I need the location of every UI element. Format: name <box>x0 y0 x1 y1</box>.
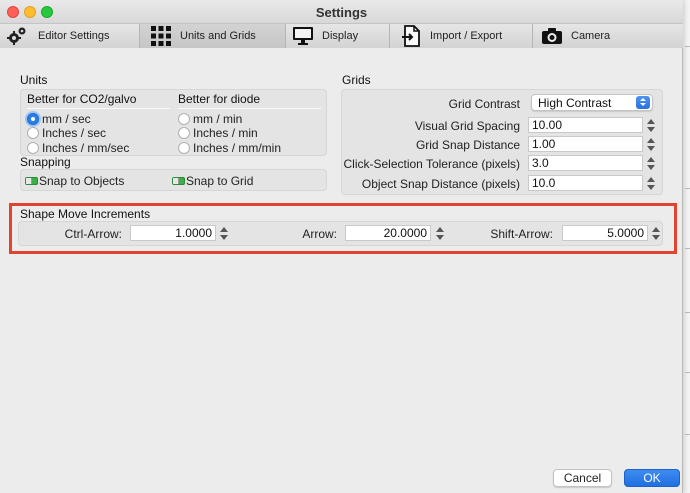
radio-label: Inches / sec <box>42 126 107 140</box>
radio-button[interactable] <box>178 113 190 125</box>
toggle-switch[interactable] <box>25 177 38 185</box>
tab-label: Units and Grids <box>180 30 256 42</box>
click-selection-tolerance-stepper[interactable] <box>646 155 656 172</box>
snap-to-grid-toggle[interactable]: Snap to Grid <box>172 174 253 188</box>
tab-editor-settings[interactable]: Editor Settings <box>0 24 140 48</box>
visual-grid-spacing-label: Visual Grid Spacing <box>414 119 520 133</box>
annotation-highlight-box <box>9 203 677 254</box>
grid-contrast-label: Grid Contrast <box>448 97 520 111</box>
radio-inches-sec[interactable]: Inches / sec <box>27 126 106 140</box>
title-bar: Settings <box>0 0 683 24</box>
click-selection-tolerance-input[interactable] <box>528 155 643 171</box>
monitor-icon <box>293 27 313 45</box>
radio-mm-sec[interactable]: mm / sec <box>27 112 91 126</box>
radio-inches-min[interactable]: Inches / min <box>178 126 258 140</box>
toggle-switch[interactable] <box>172 177 185 185</box>
background-mark <box>685 188 690 189</box>
tab-bar: Editor Settings Units and Grids Display <box>0 24 683 48</box>
grid-snap-distance-input[interactable] <box>528 136 643 152</box>
radio-button[interactable] <box>27 142 39 154</box>
background-app-strip <box>683 0 690 493</box>
cancel-button[interactable]: Cancel <box>553 469 612 487</box>
object-snap-distance-input[interactable] <box>528 175 643 191</box>
background-mark <box>685 248 690 249</box>
tab-camera[interactable]: Camera <box>533 24 683 48</box>
radio-inches-mm-sec[interactable]: Inches / mm/sec <box>27 141 129 155</box>
radio-label: Inches / mm/min <box>193 141 282 155</box>
radio-button-selected[interactable] <box>27 113 39 125</box>
radio-label: mm / sec <box>42 112 91 126</box>
toggle-label: Snap to Objects <box>39 174 125 188</box>
snapping-title: Snapping <box>20 155 71 169</box>
diode-heading: Better for diode <box>178 92 321 109</box>
tab-label: Import / Export <box>430 30 503 42</box>
tab-label: Editor Settings <box>38 30 110 42</box>
settings-window: Settings Editor Settings Units and Grids <box>0 0 683 493</box>
radio-label: Inches / mm/sec <box>42 141 130 155</box>
object-snap-distance-label: Object Snap Distance (pixels) <box>361 177 520 191</box>
object-snap-distance-stepper[interactable] <box>646 175 656 192</box>
chevron-up-down-icon <box>636 96 650 109</box>
background-mark <box>685 46 690 47</box>
grid-snap-distance-stepper[interactable] <box>646 136 656 153</box>
import-export-icon <box>402 25 420 47</box>
radio-button[interactable] <box>178 142 190 154</box>
radio-inches-mm-min[interactable]: Inches / mm/min <box>178 141 281 155</box>
units-title: Units <box>20 73 48 87</box>
grid-contrast-select[interactable]: High Contrast <box>531 94 653 111</box>
camera-icon <box>542 28 562 44</box>
tab-label: Camera <box>571 30 611 42</box>
grid-snap-distance-label: Grid Snap Distance <box>415 138 520 152</box>
radio-button[interactable] <box>178 127 190 139</box>
background-mark <box>685 312 690 313</box>
tab-import-export[interactable]: Import / Export <box>390 24 533 48</box>
tab-units-and-grids[interactable]: Units and Grids <box>140 24 286 48</box>
grid-contrast-value: High Contrast <box>538 96 612 110</box>
radio-mm-min[interactable]: mm / min <box>178 112 242 126</box>
tab-label: Display <box>322 30 359 42</box>
radio-button[interactable] <box>27 127 39 139</box>
radio-label: Inches / min <box>193 126 258 140</box>
click-selection-tolerance-label: Click-Selection Tolerance (pixels) <box>343 157 520 171</box>
visual-grid-spacing-stepper[interactable] <box>646 117 656 134</box>
ok-button[interactable]: OK <box>624 469 680 487</box>
tab-display[interactable]: Display <box>286 24 390 48</box>
snap-to-objects-toggle[interactable]: Snap to Objects <box>25 174 124 188</box>
gears-icon <box>7 27 26 45</box>
grid-icon <box>151 26 171 46</box>
radio-label: mm / min <box>193 112 243 126</box>
window-title: Settings <box>315 5 368 20</box>
co2-galvo-heading: Better for CO2/galvo <box>27 92 170 109</box>
background-mark <box>685 434 690 435</box>
background-mark <box>685 372 690 373</box>
visual-grid-spacing-input[interactable] <box>528 117 643 133</box>
toggle-label: Snap to Grid <box>186 174 254 188</box>
grids-title: Grids <box>342 73 371 87</box>
